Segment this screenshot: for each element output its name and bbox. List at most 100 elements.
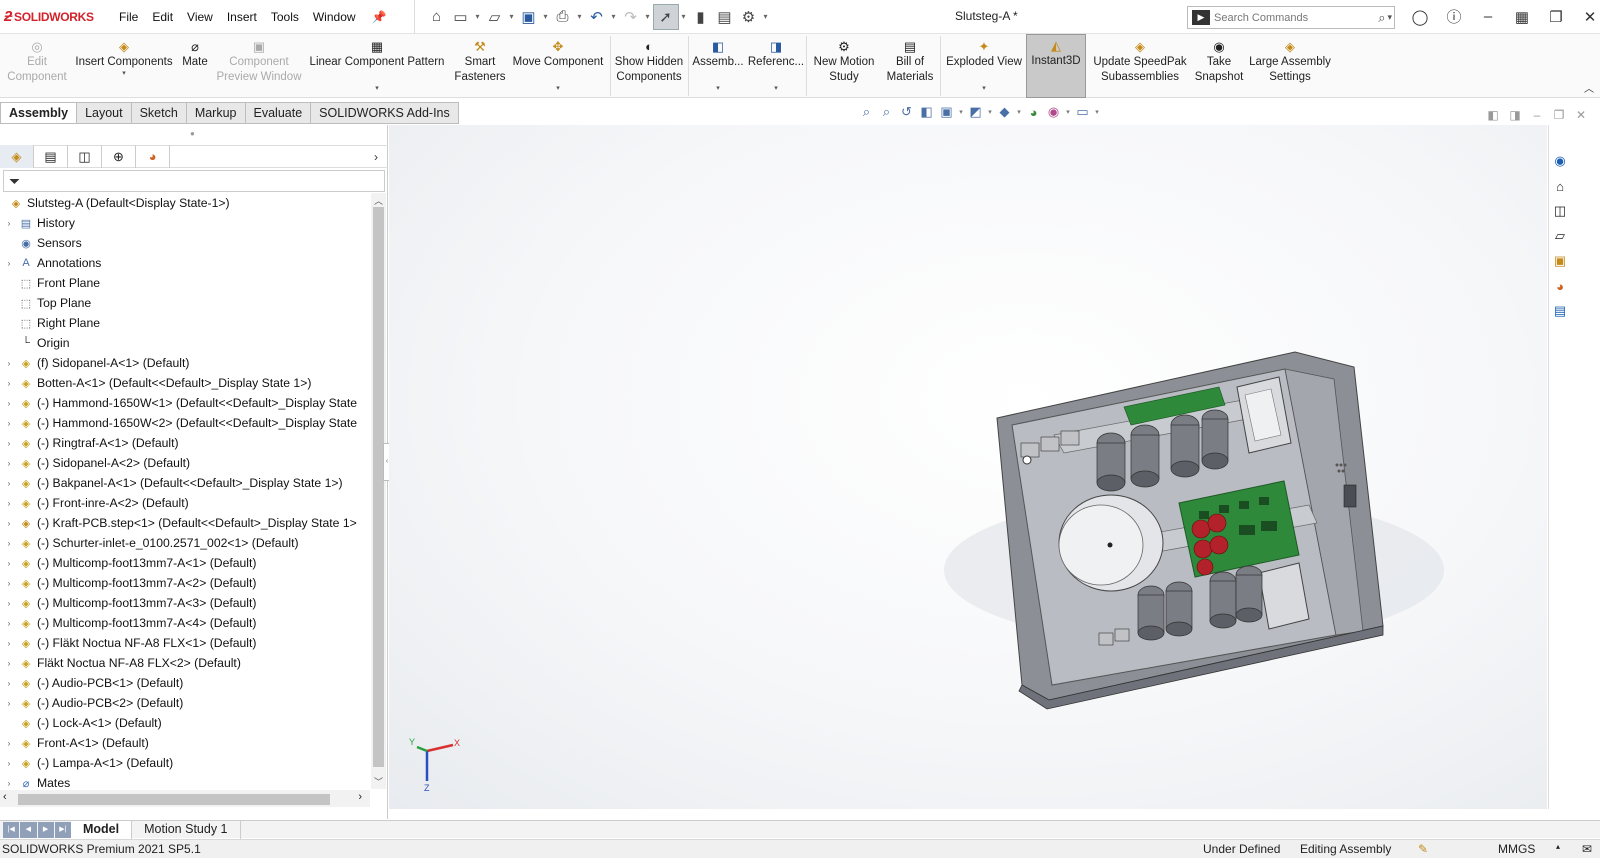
tree-item[interactable]: › ◈ (-) Schurter-inlet-e_0100.2571_002<1> … <box>0 533 370 553</box>
configuration-manager-tab-icon[interactable]: ◫ <box>68 145 102 168</box>
instant3d-button[interactable]: ◭ Instant3D <box>1026 34 1086 98</box>
expand-arrow-icon[interactable]: › <box>4 619 14 628</box>
insert-components-button[interactable]: ◈ Insert Components ▾ <box>72 36 176 96</box>
tree-item[interactable]: › A Annotations <box>0 253 370 273</box>
viewport-close-icon[interactable]: ✕ <box>1570 108 1592 122</box>
component-preview-window-button[interactable]: ▣ Component Preview Window <box>214 36 304 96</box>
take-snapshot-button[interactable]: ◉ Take Snapshot <box>1194 36 1244 96</box>
display-manager-tab-icon[interactable]: ◕ <box>136 145 170 168</box>
minimize-icon[interactable]: – <box>1471 8 1505 25</box>
smart-fasteners-button[interactable]: ⚒ Smart Fasteners <box>452 36 508 96</box>
tree-item[interactable]: ◉ Sensors <box>0 233 370 253</box>
linear-component-pattern-button[interactable]: ▦ Linear Component Pattern ▾ <box>306 36 448 96</box>
tree-item[interactable]: › ◈ (-) Kraft-PCB.step<1> (Default<<Defaul… <box>0 513 370 533</box>
options-gear-icon[interactable]: ⚙ <box>737 5 761 29</box>
magnifier-icon[interactable]: ⌕ <box>1378 10 1385 26</box>
assembly-features-button[interactable]: ◧ Assemb... ▾ <box>692 36 744 96</box>
options-dropdown-icon[interactable]: ▾ <box>761 12 771 21</box>
tree-item[interactable]: › ◈ (-) Front-inre-A<2> (Default) <box>0 493 370 513</box>
menu-view[interactable]: View <box>180 10 220 24</box>
large-assembly-settings-button[interactable]: ◈ Large Assembly Settings <box>1248 36 1332 96</box>
solidworks-logo[interactable]: ƻ SOLIDWORKS <box>4 8 112 25</box>
expand-arrow-icon[interactable]: › <box>4 259 14 268</box>
menu-window[interactable]: Window <box>306 10 363 24</box>
dimxpert-tab-icon[interactable]: ⊕ <box>102 145 136 168</box>
file-properties-icon[interactable]: ▤ <box>713 5 737 29</box>
tree-item[interactable]: › ◈ (-) Hammond-1650W<1> (Default<<Default… <box>0 393 370 413</box>
expand-arrow-icon[interactable]: › <box>4 759 14 768</box>
open-dropdown-icon[interactable]: ▾ <box>507 12 517 21</box>
previous-view-icon[interactable]: ↺ <box>898 104 915 120</box>
expand-arrow-icon[interactable]: › <box>4 519 14 528</box>
tab-model[interactable]: Model <box>71 820 133 839</box>
expand-arrow-icon[interactable]: › <box>4 399 14 408</box>
search-dropdown-icon[interactable]: ▾ <box>1387 12 1392 23</box>
update-speedpak-button[interactable]: ◈ Update SpeedPak Subassemblies <box>1090 36 1190 96</box>
menu-edit[interactable]: Edit <box>145 10 180 24</box>
tree-item[interactable]: › ◈ Botten-A<1> (Default<<Default>_Display… <box>0 373 370 393</box>
viewport-right-icon[interactable]: ◨ <box>1504 108 1526 122</box>
new-document-icon[interactable]: ▭ <box>449 5 473 29</box>
expand-panel-icon[interactable]: › <box>374 150 378 164</box>
tab-motion-study[interactable]: Motion Study 1 <box>132 820 241 839</box>
select-icon[interactable]: ➚ <box>652 3 679 30</box>
viewport-restore-icon[interactable]: ❐ <box>1548 108 1570 122</box>
tree-item[interactable]: › ◈ (-) Sidopanel-A<2> (Default) <box>0 453 370 473</box>
expand-arrow-icon[interactable]: › <box>4 539 14 548</box>
rebuild-icon[interactable]: ▮ <box>689 5 713 29</box>
new-dropdown-icon[interactable]: ▾ <box>473 12 483 21</box>
redo-dropdown-icon[interactable]: ▾ <box>643 12 653 21</box>
scroll-right-icon[interactable]: › <box>358 791 362 803</box>
help-icon[interactable]: ⓘ <box>1437 6 1471 27</box>
collapse-ribbon-icon[interactable]: ︿ <box>1584 80 1594 95</box>
expand-arrow-icon[interactable]: › <box>4 559 14 568</box>
expand-arrow-icon[interactable]: › <box>4 699 14 708</box>
edit-component-button[interactable]: ◎ Edit Component <box>6 36 68 96</box>
tree-item[interactable]: › ◈ (-) Ringtraf-A<1> (Default) <box>0 433 370 453</box>
save-icon[interactable]: ▣ <box>517 5 541 29</box>
expand-arrow-icon[interactable]: › <box>4 739 14 748</box>
section-view-icon[interactable]: ◧ <box>918 104 935 120</box>
notifications-icon[interactable]: ✉ <box>1582 842 1592 856</box>
appearances-scenes-icon[interactable]: ◕ <box>1549 274 1571 298</box>
bill-of-materials-button[interactable]: ▤ Bill of Materials <box>882 36 938 96</box>
expand-arrow-icon[interactable]: › <box>4 439 14 448</box>
file-explorer-icon[interactable]: ▱ <box>1549 224 1571 248</box>
tree-item[interactable]: › ◈ (-) Multicomp-foot13mm7-A<2> (Default) <box>0 573 370 593</box>
property-manager-tab-icon[interactable]: ▤ <box>34 145 68 168</box>
redo-icon[interactable]: ↷ <box>619 5 643 29</box>
expand-arrow-icon[interactable]: › <box>4 459 14 468</box>
tree-item[interactable]: ◈ Slutsteg-A (Default<Display State-1>) <box>0 193 370 213</box>
tree-filter-field[interactable]: ⏷ <box>3 170 385 192</box>
tree-item[interactable]: › ◈ (f) Sidopanel-A<1> (Default) <box>0 353 370 373</box>
expand-arrow-icon[interactable]: › <box>4 659 14 668</box>
unit-system[interactable]: MMGS <box>1498 842 1535 856</box>
close-icon[interactable]: ✕ <box>1573 8 1600 26</box>
tree-item[interactable]: ⬚ Front Plane <box>0 273 370 293</box>
expand-arrow-icon[interactable]: › <box>4 499 14 508</box>
tree-item[interactable]: › ◈ (-) Audio-PCB<1> (Default) <box>0 673 370 693</box>
dynamic-annotation-icon[interactable]: ▣ <box>938 104 955 120</box>
home-task-icon[interactable]: ⌂ <box>1549 174 1571 198</box>
save-dropdown-icon[interactable]: ▾ <box>541 12 551 21</box>
rebuild-status-icon[interactable]: ✎ <box>1418 842 1428 856</box>
scroll-thumb-horizontal[interactable] <box>18 794 330 805</box>
undo-dropdown-icon[interactable]: ▾ <box>609 12 619 21</box>
solidworks-resources-icon[interactable]: ◉ <box>1549 149 1571 173</box>
tree-item[interactable]: › ◈ (-) Hammond-1650W<2> (Default<<Default… <box>0 413 370 433</box>
tree-item[interactable]: › ◈ (-) Lampa-A<1> (Default) <box>0 753 370 773</box>
expand-arrow-icon[interactable]: › <box>4 479 14 488</box>
tree-item[interactable]: └ Origin <box>0 333 370 353</box>
expand-arrow-icon[interactable]: › <box>4 219 14 228</box>
tab-sketch[interactable]: Sketch <box>131 102 187 124</box>
viewport-left-icon[interactable]: ◧ <box>1482 108 1504 122</box>
tab-evaluate[interactable]: Evaluate <box>245 102 312 124</box>
view-palette-icon[interactable]: ▣ <box>1549 249 1571 273</box>
tree-item[interactable]: › ◈ (-) Multicomp-foot13mm7-A<3> (Default) <box>0 593 370 613</box>
graphics-area[interactable]: X Y Z <box>389 125 1547 809</box>
move-component-button[interactable]: ✥ Move Component ▾ <box>510 36 606 96</box>
expand-arrow-icon[interactable]: › <box>4 419 14 428</box>
search-commands-field[interactable]: ▶ Search Commands ⌕ ▾ <box>1187 6 1395 29</box>
tree-item[interactable]: › ⌀ Mates <box>0 773 370 789</box>
expand-arrow-icon[interactable]: › <box>4 779 14 788</box>
